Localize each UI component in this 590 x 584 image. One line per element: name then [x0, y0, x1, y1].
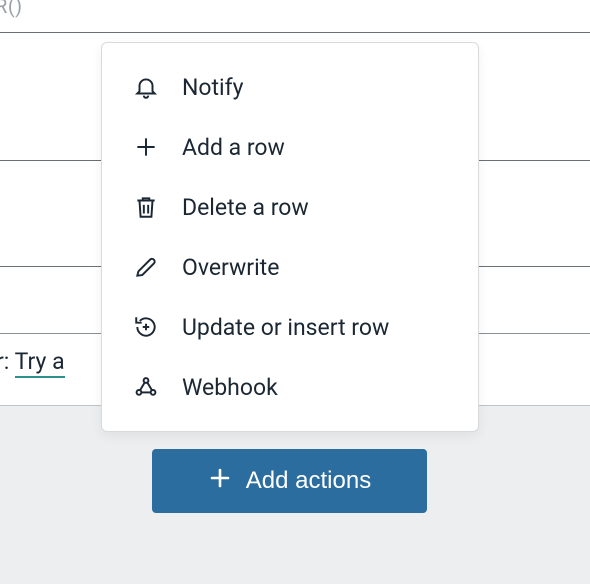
- trash-icon: [132, 193, 160, 221]
- menu-item-upsert-row[interactable]: Update or insert row: [102, 297, 478, 357]
- menu-item-label: Add a row: [182, 134, 285, 161]
- plus-icon: [132, 133, 160, 161]
- menu-item-add-row[interactable]: Add a row: [102, 117, 478, 177]
- webhook-icon: [132, 373, 160, 401]
- pencil-icon: [132, 253, 160, 281]
- add-actions-label: Add actions: [246, 467, 371, 495]
- bell-icon: [132, 73, 160, 101]
- divider: [0, 32, 590, 33]
- add-actions-button[interactable]: Add actions: [152, 449, 427, 513]
- menu-item-label: Notify: [182, 74, 244, 101]
- menu-item-label: Delete a row: [182, 194, 309, 221]
- try-formula-hint[interactable]: r: Try a: [0, 348, 65, 375]
- menu-item-label: Webhook: [182, 374, 278, 401]
- actions-menu: Notify Add a row Delete a row Overwrite …: [101, 42, 479, 432]
- try-formula-link[interactable]: Try a: [15, 348, 65, 378]
- menu-item-label: Update or insert row: [182, 314, 389, 341]
- menu-item-overwrite[interactable]: Overwrite: [102, 237, 478, 297]
- try-prefix: r:: [0, 348, 15, 375]
- update-icon: [132, 313, 160, 341]
- menu-item-delete-row[interactable]: Delete a row: [102, 177, 478, 237]
- menu-item-notify[interactable]: Notify: [102, 57, 478, 117]
- plus-icon: [208, 466, 232, 497]
- menu-item-webhook[interactable]: Webhook: [102, 357, 478, 417]
- partial-formula-text: R(): [0, 0, 23, 18]
- menu-item-label: Overwrite: [182, 254, 279, 281]
